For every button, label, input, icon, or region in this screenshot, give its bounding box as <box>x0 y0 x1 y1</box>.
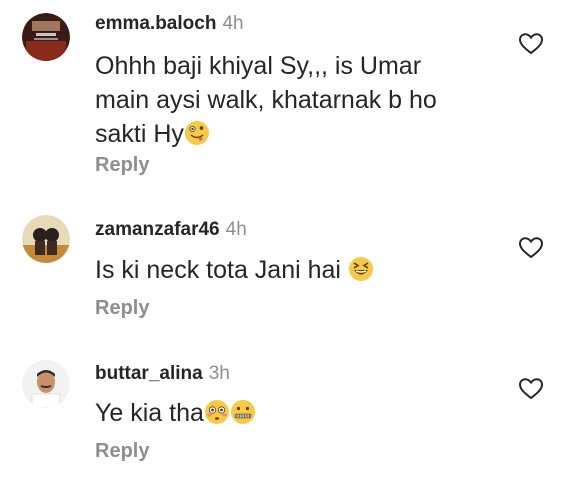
timestamp: 3h <box>208 363 230 384</box>
heart-outline-icon[interactable] <box>518 377 544 401</box>
comment-meta: zamanzafar46 4h <box>95 219 247 241</box>
flushed-face-emoji <box>204 400 229 424</box>
laughing-squint-face-emoji <box>348 257 373 281</box>
comment-meta: buttar_alina 3h <box>95 363 230 385</box>
heart-outline-icon[interactable] <box>518 32 544 56</box>
avatar[interactable] <box>22 13 70 61</box>
username[interactable]: emma.baloch <box>95 13 216 34</box>
comment-line-text: sakti Hy <box>95 120 184 148</box>
username[interactable]: buttar_alina <box>95 363 203 384</box>
heart-outline-icon[interactable] <box>518 236 544 260</box>
comment-text: Ye kia tha <box>95 396 495 430</box>
reply-button[interactable]: Reply <box>95 440 149 463</box>
avatar[interactable] <box>22 360 70 408</box>
comment-line: sakti Hy <box>95 117 495 151</box>
comment-line-text: Is ki neck tota Jani hai <box>95 256 348 284</box>
zipper-mouth-face-emoji <box>230 400 255 424</box>
avatar[interactable] <box>22 215 70 263</box>
reply-button[interactable]: Reply <box>95 297 149 320</box>
comment-line: Ye kia tha <box>95 396 495 430</box>
comment-text: Is ki neck tota Jani hai <box>95 253 495 287</box>
comment-line: Is ki neck tota Jani hai <box>95 253 495 287</box>
comment-text: Ohhh baji khiyal Sy,,, is Umar main aysi… <box>95 49 495 151</box>
username[interactable]: zamanzafar46 <box>95 219 220 240</box>
zany-face-emoji <box>184 121 209 145</box>
timestamp: 4h <box>222 13 244 34</box>
timestamp: 4h <box>225 219 247 240</box>
reply-button[interactable]: Reply <box>95 154 149 177</box>
comment-line: Ohhh baji khiyal Sy,,, is Umar <box>95 52 422 80</box>
comment-line: main aysi walk, khatarnak b ho <box>95 86 437 114</box>
comment-line-text: Ye kia tha <box>95 399 204 427</box>
comment-meta: emma.baloch 4h <box>95 13 244 35</box>
